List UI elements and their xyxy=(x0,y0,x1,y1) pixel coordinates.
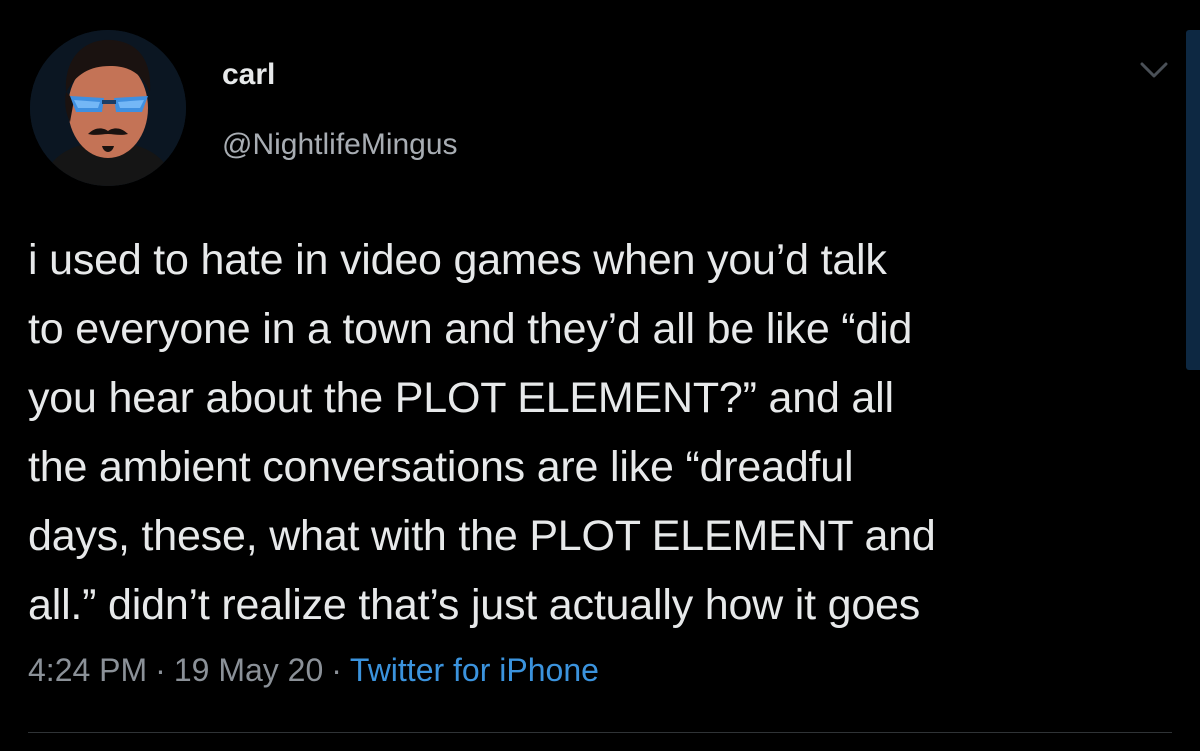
user-handle[interactable]: @NightlifeMingus xyxy=(222,128,458,162)
meta-separator: · xyxy=(331,652,342,688)
tweet-text-line: all.” didn’t realize that’s just actuall… xyxy=(28,581,921,629)
tweet-text-line: i used to hate in video games when you’d… xyxy=(28,236,887,284)
tweet-text-line: to everyone in a town and they’d all be … xyxy=(28,305,913,353)
tweet-text-line: days, these, what with the PLOT ELEMENT … xyxy=(28,512,936,560)
display-name[interactable]: carl xyxy=(222,58,275,92)
avatar[interactable] xyxy=(30,30,186,186)
tweet-time[interactable]: 4:24 PM xyxy=(28,652,147,688)
tweet-meta: 4:24 PM · 19 May 20 · Twitter for iPhone xyxy=(28,650,599,690)
tweet-date[interactable]: 19 May 20 xyxy=(174,652,323,688)
meta-separator: · xyxy=(155,652,166,688)
tweet-card: carl @NightlifeMingus i used to hate in … xyxy=(0,0,1200,751)
chevron-down-icon[interactable] xyxy=(1138,58,1170,82)
tweet-text: i used to hate in video games when you’d… xyxy=(28,226,1178,640)
scrollbar[interactable] xyxy=(1186,30,1200,370)
tweet-source-link[interactable]: Twitter for iPhone xyxy=(350,652,599,688)
tweet-text-line: the ambient conversations are like “drea… xyxy=(28,443,854,491)
tweet-text-line: you hear about the PLOT ELEMENT?” and al… xyxy=(28,374,894,422)
divider xyxy=(28,732,1172,733)
